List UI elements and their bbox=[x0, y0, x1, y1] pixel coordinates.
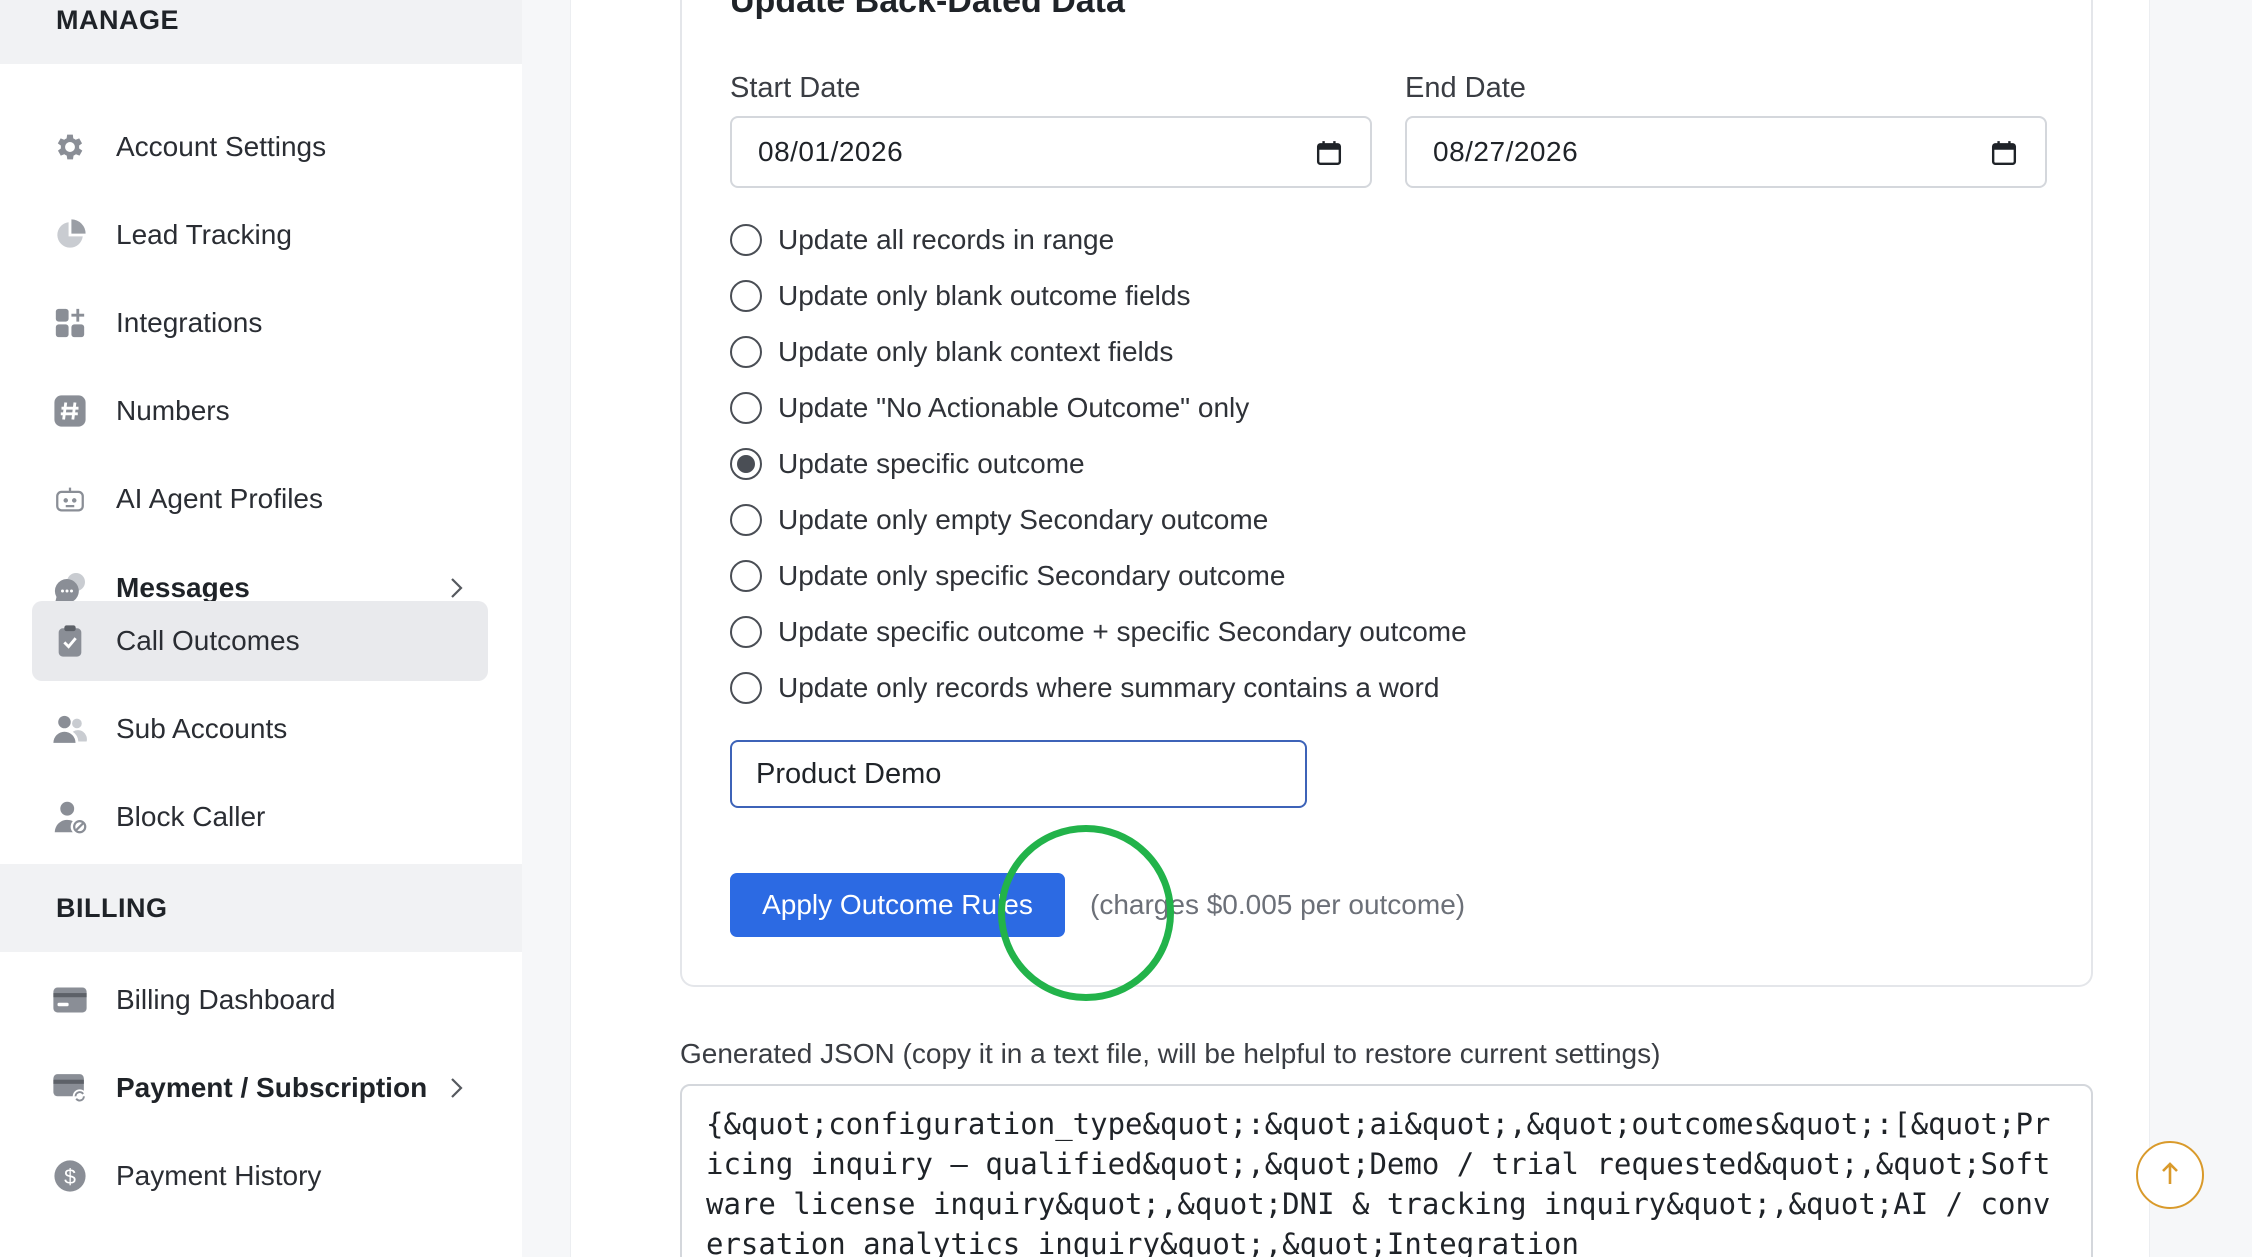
json-output-textarea[interactable]: {&quot;configuration_type&quot;:&quot;ai… bbox=[680, 1084, 2093, 1257]
radio-option-all-records[interactable]: Update all records in range bbox=[730, 220, 1114, 260]
chevron-right-icon bbox=[446, 578, 466, 598]
radio-label: Update "No Actionable Outcome" only bbox=[778, 392, 1250, 423]
sidebar-item-label: Integrations bbox=[116, 307, 263, 338]
end-date-label: End Date bbox=[1405, 72, 1526, 104]
radio-label: Update only specific Secondary outcome bbox=[778, 560, 1286, 591]
svg-text:$: $ bbox=[64, 1165, 76, 1189]
gear-icon bbox=[52, 129, 88, 165]
sidebar-item-label: Sub Accounts bbox=[116, 713, 288, 744]
sidebar-item-label: Numbers bbox=[116, 395, 230, 426]
start-date-label: Start Date bbox=[730, 72, 861, 104]
sidebar-item-billing-dashboard[interactable]: Billing Dashboard bbox=[32, 960, 488, 1040]
clipboard-check-icon bbox=[52, 623, 88, 659]
chevron-right-icon bbox=[446, 1078, 466, 1098]
sidebar-item-lead-tracking[interactable]: Lead Tracking bbox=[32, 195, 488, 275]
sidebar-item-sub-accounts[interactable]: Sub Accounts bbox=[32, 689, 488, 769]
sidebar-item-payment-history[interactable]: $ Payment History bbox=[32, 1136, 488, 1216]
sidebar-item-label: Lead Tracking bbox=[116, 219, 292, 250]
sidebar-item-label: Payment / Subscription bbox=[116, 1072, 428, 1103]
radio-option-specific-outcome[interactable]: Update specific outcome bbox=[730, 444, 1085, 484]
billing-group: Billing Dashboard Payment / Subscription… bbox=[0, 952, 522, 1257]
sidebar-item-ai-agent-profiles[interactable]: AI Agent Profiles bbox=[32, 459, 488, 539]
sidebar-item-label: Block Caller bbox=[116, 801, 266, 832]
charge-note: (charges $0.005 per outcome) bbox=[1090, 889, 1466, 920]
radio-dot bbox=[737, 455, 755, 473]
radio-option-empty-secondary[interactable]: Update only empty Secondary outcome bbox=[730, 500, 1268, 540]
radio-option-blank-outcome[interactable]: Update only blank outcome fields bbox=[730, 276, 1190, 316]
radio-option-specific-both[interactable]: Update specific outcome + specific Secon… bbox=[730, 612, 1467, 652]
robot-icon bbox=[52, 481, 88, 517]
radio-button[interactable] bbox=[730, 616, 762, 648]
radio-button[interactable] bbox=[730, 224, 762, 256]
radio-label: Update only blank context fields bbox=[778, 336, 1174, 367]
grid-plus-icon bbox=[52, 305, 88, 341]
radio-button[interactable] bbox=[730, 504, 762, 536]
credit-card-icon bbox=[52, 982, 88, 1018]
sidebar-item-label: Payment History bbox=[116, 1160, 322, 1191]
arrow-up-icon bbox=[2159, 1160, 2181, 1191]
sidebar-item-numbers[interactable]: Numbers bbox=[32, 371, 488, 451]
sidebar-item-block-caller[interactable]: Block Caller bbox=[32, 777, 488, 857]
card-refresh-icon bbox=[52, 1070, 88, 1106]
radio-option-specific-secondary[interactable]: Update only specific Secondary outcome bbox=[730, 556, 1285, 596]
sidebar-item-label: Billing Dashboard bbox=[116, 984, 336, 1015]
radio-label: Update only records where summary contai… bbox=[778, 672, 1440, 703]
card-title: Update Back-Dated Data bbox=[730, 0, 1125, 20]
json-label: Generated JSON (copy it in a text file, … bbox=[680, 1038, 1661, 1069]
apply-outcome-rules-button[interactable]: Apply Outcome Rules bbox=[730, 873, 1065, 937]
sidebar: MANAGE Account Settings Lead Tracking In… bbox=[0, 0, 522, 1257]
radio-label: Update specific outcome bbox=[778, 448, 1085, 479]
end-date-input[interactable]: 08/27/2026 bbox=[1405, 116, 2047, 188]
radio-button-checked[interactable] bbox=[730, 448, 762, 480]
sidebar-item-integrations[interactable]: Integrations bbox=[32, 283, 488, 363]
radio-label: Update only blank outcome fields bbox=[778, 280, 1191, 311]
calendar-icon[interactable] bbox=[1991, 140, 2017, 166]
sidebar-item-label: AI Agent Profiles bbox=[116, 483, 324, 514]
sidebar-item-label: Account Settings bbox=[116, 131, 327, 162]
radio-label: Update specific outcome + specific Secon… bbox=[778, 616, 1467, 647]
start-date-input[interactable]: 08/01/2026 bbox=[730, 116, 1372, 188]
hash-icon bbox=[52, 393, 88, 429]
user-block-icon bbox=[52, 799, 88, 835]
section-header-manage: MANAGE bbox=[0, 0, 522, 64]
section-header-billing: BILLING bbox=[0, 864, 522, 952]
radio-button[interactable] bbox=[730, 560, 762, 592]
scroll-to-top-button[interactable] bbox=[2136, 1141, 2204, 1209]
radio-button[interactable] bbox=[730, 392, 762, 424]
sidebar-item-payment-subscription[interactable]: Payment / Subscription bbox=[32, 1048, 488, 1128]
manage-group: Account Settings Lead Tracking Integrati… bbox=[0, 64, 522, 864]
radio-option-summary-word[interactable]: Update only records where summary contai… bbox=[730, 668, 1439, 708]
radio-option-blank-context[interactable]: Update only blank context fields bbox=[730, 332, 1173, 372]
sidebar-item-label: Call Outcomes bbox=[116, 625, 300, 656]
start-date-value: 08/01/2026 bbox=[758, 136, 904, 167]
radio-option-no-actionable[interactable]: Update "No Actionable Outcome" only bbox=[730, 388, 1249, 428]
dollar-circle-icon: $ bbox=[52, 1158, 88, 1194]
sidebar-item-call-outcomes[interactable]: Call Outcomes bbox=[32, 601, 488, 681]
radio-button[interactable] bbox=[730, 336, 762, 368]
keyword-input-value: Product Demo bbox=[756, 757, 942, 790]
pie-chart-icon bbox=[52, 217, 88, 253]
radio-label: Update only empty Secondary outcome bbox=[778, 504, 1269, 535]
calendar-icon[interactable] bbox=[1316, 140, 1342, 166]
radio-button[interactable] bbox=[730, 672, 762, 704]
users-icon bbox=[52, 711, 88, 747]
sidebar-item-label: Messages bbox=[116, 572, 250, 603]
keyword-input[interactable]: Product Demo bbox=[730, 740, 1307, 808]
end-date-value: 08/27/2026 bbox=[1433, 136, 1579, 167]
sidebar-item-account-settings[interactable]: Account Settings bbox=[32, 107, 488, 187]
radio-label: Update all records in range bbox=[778, 224, 1115, 255]
radio-button[interactable] bbox=[730, 280, 762, 312]
